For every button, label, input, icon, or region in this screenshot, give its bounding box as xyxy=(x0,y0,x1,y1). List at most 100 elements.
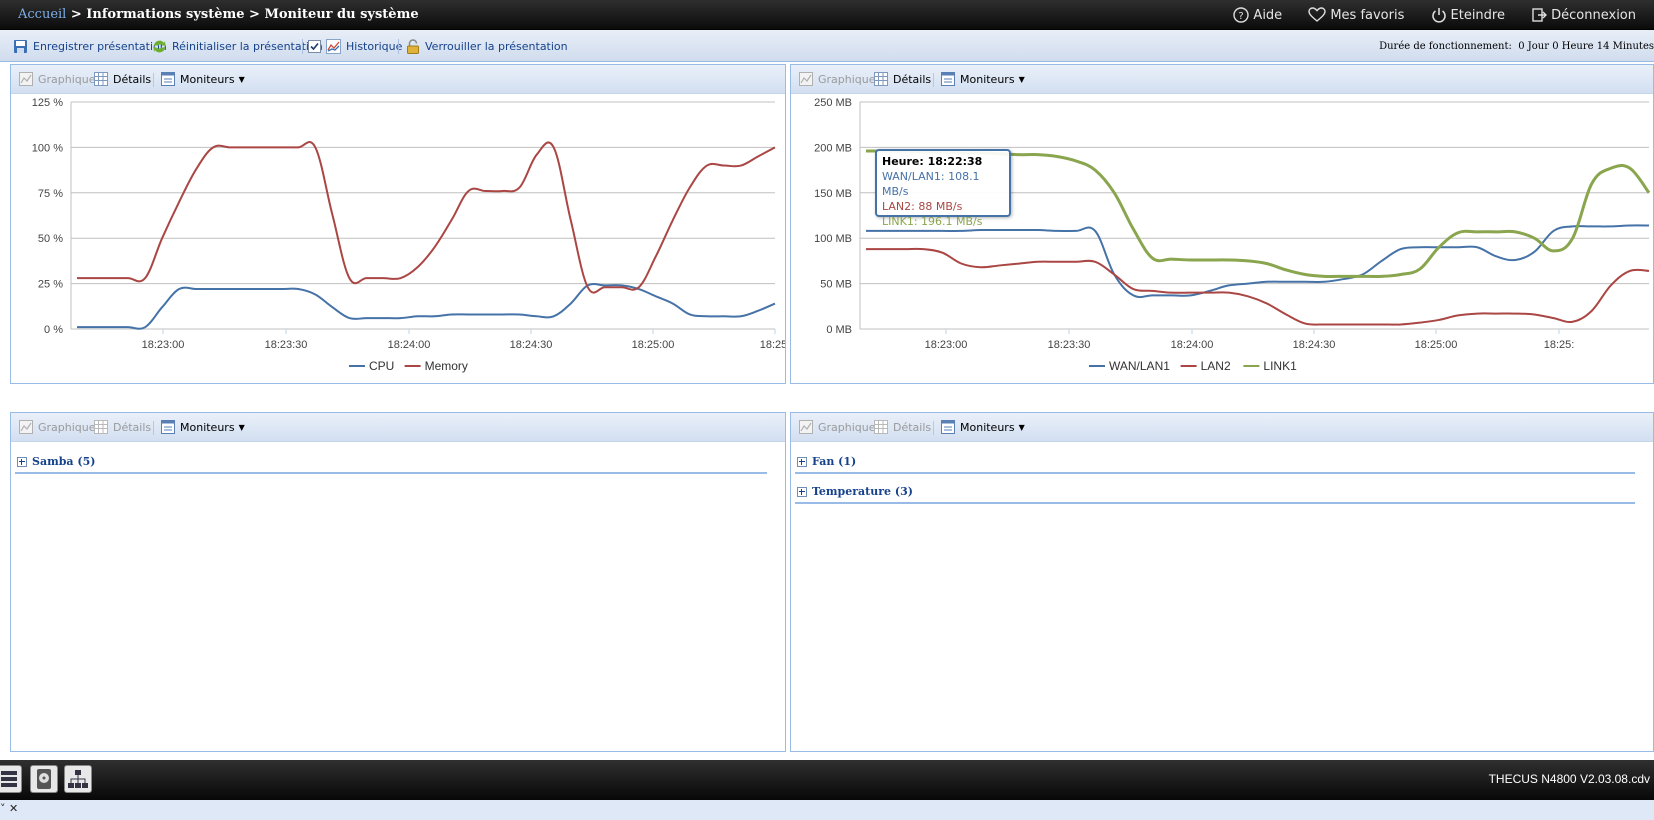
uptime-value: 0 Jour 0 Heure 14 Minutes xyxy=(1518,41,1654,52)
logout-button[interactable]: Déconnexion xyxy=(1531,7,1636,23)
monitors-menu-button[interactable]: Moniteurs ▼ xyxy=(161,72,245,86)
toolbar-divider xyxy=(302,39,303,54)
uptime-label: Durée de fonctionnement: xyxy=(1379,41,1512,52)
checkbox-checked-icon[interactable] xyxy=(308,40,321,53)
chevron-down-icon: ▼ xyxy=(238,74,245,84)
monitors-menu-label: Moniteurs xyxy=(960,420,1015,434)
details-view-label: Détails xyxy=(113,72,152,86)
chevron-down-icon: ▼ xyxy=(238,422,245,432)
toolbar-divider xyxy=(153,421,154,435)
breadcrumb-home-link[interactable]: Accueil xyxy=(18,7,66,22)
legend-item: Memory xyxy=(425,359,468,373)
graph-view-label: Graphique xyxy=(818,72,876,86)
y-tick-label: 100 MB xyxy=(814,233,852,245)
monitors-menu-label: Moniteurs xyxy=(960,72,1015,86)
x-tick-label: 18:23:00 xyxy=(142,339,185,351)
details-view-button[interactable]: Détails xyxy=(94,72,151,86)
monitor-panel-cpu-memory: Graphique Détails Moniteurs ▼ 0 % 25 % 50 %… xyxy=(10,64,791,384)
toolbar-divider xyxy=(933,73,934,87)
graph-icon xyxy=(19,420,33,434)
x-tick-label: 18:24:00 xyxy=(388,339,431,351)
panel-toolbar: Graphique Détails Moniteurs ▼ xyxy=(11,413,785,442)
graph-icon xyxy=(19,72,33,86)
y-tick-label: 250 MB xyxy=(814,97,852,109)
breadcrumb: Accueil > Informations système > Moniteu… xyxy=(18,7,419,22)
page-title: Moniteur du système xyxy=(264,7,419,22)
history-toggle[interactable]: Historique xyxy=(308,39,402,54)
network-chart-svg: 0 MB 50 MB 100 MB 150 MB 200 MB 250 MB 18:23:0… xyxy=(814,97,1651,373)
monitor-list-icon xyxy=(941,420,955,434)
monitors-menu-button[interactable]: Moniteurs ▼ xyxy=(941,72,1025,86)
chevron-down-icon: ▼ xyxy=(1018,422,1025,432)
cpu-memory-chart-svg: 0 % 25 % 50 % 75 % 100 % 125 % 18:23:00 18:23:3… xyxy=(32,97,791,373)
breadcrumb-separator: > xyxy=(66,7,87,22)
favorites-button[interactable]: Mes favoris xyxy=(1308,7,1404,23)
refresh-icon xyxy=(153,40,166,53)
graph-view-label: Graphique xyxy=(38,72,96,86)
expand-icon[interactable] xyxy=(17,456,27,467)
y-tick-label: 150 MB xyxy=(814,188,852,200)
y-tick-label: 100 % xyxy=(32,142,63,154)
table-icon xyxy=(94,72,108,86)
y-tick-label: 50 % xyxy=(38,233,63,245)
breadcrumb-section[interactable]: Informations système xyxy=(86,7,244,22)
monitor-panel-hardware: Graphique Détails Moniteurs ▼ Fan (1) Tem… xyxy=(790,412,1654,752)
lock-icon xyxy=(407,39,419,54)
graph-view-button[interactable]: Graphique xyxy=(799,420,876,434)
x-tick-label: 18:25: xyxy=(1544,339,1575,351)
history-label: Historique xyxy=(346,40,403,53)
graph-view-label: Graphique xyxy=(818,420,876,434)
legend-item: CPU xyxy=(369,359,394,373)
monitors-menu-label: Moniteurs xyxy=(180,420,235,434)
x-tick-label: 18:23:30 xyxy=(265,339,308,351)
logout-label: Déconnexion xyxy=(1551,7,1636,23)
save-layout-button[interactable]: Enregistrer présentation xyxy=(13,39,167,54)
expand-icon[interactable] xyxy=(797,456,807,467)
monitors-menu-button[interactable]: Moniteurs ▼ xyxy=(161,420,245,434)
graph-view-button[interactable]: Graphique xyxy=(799,72,876,86)
details-view-button[interactable]: Détails xyxy=(94,420,151,434)
legend-item: WAN/LAN1 xyxy=(1109,359,1170,373)
reset-layout-button[interactable]: Réinitialiser la présentation xyxy=(152,39,323,54)
monitor-list-icon xyxy=(161,72,175,86)
details-view-button[interactable]: Détails xyxy=(874,72,931,86)
monitor-panel-network: Graphique Détails Moniteurs ▼ 0 MB 50 MB 10… xyxy=(790,64,1654,384)
chevron-down-icon: ▼ xyxy=(1018,74,1025,84)
monitor-list-icon xyxy=(941,72,955,86)
disk-icon[interactable] xyxy=(30,765,58,793)
network-icon[interactable] xyxy=(64,765,92,793)
help-button[interactable]: ? Aide xyxy=(1233,7,1282,23)
status-bar-controls[interactable]: ˅ ✕ xyxy=(0,802,18,815)
breadcrumb-separator: > xyxy=(244,7,265,22)
legend-item: LINK1 xyxy=(1263,359,1297,373)
cpu-memory-chart: 0 % 25 % 50 % 75 % 100 % 125 % 18:23:00 18:23:3… xyxy=(11,94,791,383)
graph-icon xyxy=(799,420,813,434)
panel-toolbar: Graphique Détails Moniteurs ▼ xyxy=(791,65,1653,94)
group-fan[interactable]: Fan (1) xyxy=(797,455,856,468)
graph-view-label: Graphique xyxy=(38,420,96,434)
monitors-menu-button[interactable]: Moniteurs ▼ xyxy=(941,420,1025,434)
y-tick-label: 0 % xyxy=(44,324,63,336)
y-tick-label: 125 % xyxy=(32,97,63,109)
lock-layout-button[interactable]: Verrouiller la présentation xyxy=(406,39,568,54)
details-view-label: Détails xyxy=(893,420,932,434)
group-samba[interactable]: Samba (5) xyxy=(17,455,95,468)
details-view-button[interactable]: Détails xyxy=(874,420,931,434)
save-layout-label: Enregistrer présentation xyxy=(33,40,167,53)
graph-view-button[interactable]: Graphique xyxy=(19,72,96,86)
x-tick-label: 18:23:30 xyxy=(1048,339,1091,351)
group-temperature[interactable]: Temperature (3) xyxy=(797,485,913,498)
shutdown-button[interactable]: Eteindre xyxy=(1431,7,1505,23)
details-view-label: Détails xyxy=(113,420,152,434)
panel-toolbar: Graphique Détails Moniteurs ▼ xyxy=(11,65,785,94)
server-icon[interactable] xyxy=(0,765,22,793)
group-samba-label: Samba (5) xyxy=(32,455,96,468)
graph-icon xyxy=(799,72,813,86)
monitor-panel-samba: Graphique Détails Moniteurs ▼ Samba (5) xyxy=(10,412,786,752)
series-line-memory xyxy=(76,141,776,294)
chart-history-icon xyxy=(326,39,341,54)
graph-view-button[interactable]: Graphique xyxy=(19,420,96,434)
x-tick-label: 18:25:00 xyxy=(1415,339,1458,351)
expand-icon[interactable] xyxy=(797,486,807,497)
panel-toolbar: Graphique Détails Moniteurs ▼ xyxy=(791,413,1653,442)
